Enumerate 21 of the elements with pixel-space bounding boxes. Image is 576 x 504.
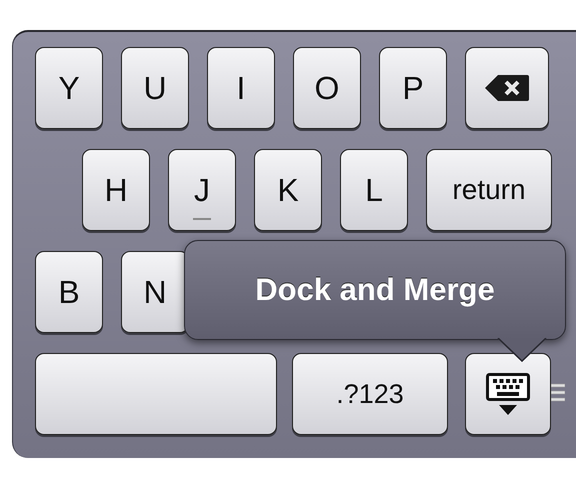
letter-key[interactable]: I	[207, 47, 275, 129]
letter-key[interactable]: Y	[35, 47, 103, 129]
keyboard-icon	[486, 373, 530, 401]
letter-key[interactable]: B	[35, 251, 103, 333]
dock-and-merge-popover[interactable]: Dock and Merge	[184, 240, 566, 340]
numbers-key[interactable]: .?123	[292, 353, 448, 435]
letter-key[interactable]: U	[121, 47, 189, 129]
letter-key[interactable]: O	[293, 47, 361, 129]
popover-arrow-icon	[497, 338, 547, 362]
return-key[interactable]: return	[426, 149, 552, 231]
down-triangle-icon	[499, 405, 517, 415]
letter-key[interactable]: H	[82, 149, 150, 231]
hide-keyboard-key[interactable]	[465, 353, 551, 435]
letter-key[interactable]: P	[379, 47, 447, 129]
space-key[interactable]	[35, 353, 277, 435]
letter-key[interactable]: K	[254, 149, 322, 231]
letter-key[interactable]: L	[340, 149, 408, 231]
grip-icon[interactable]	[551, 383, 565, 403]
backspace-icon	[484, 74, 530, 102]
letter-key[interactable]: J	[168, 149, 236, 231]
delete-key[interactable]	[465, 47, 549, 129]
